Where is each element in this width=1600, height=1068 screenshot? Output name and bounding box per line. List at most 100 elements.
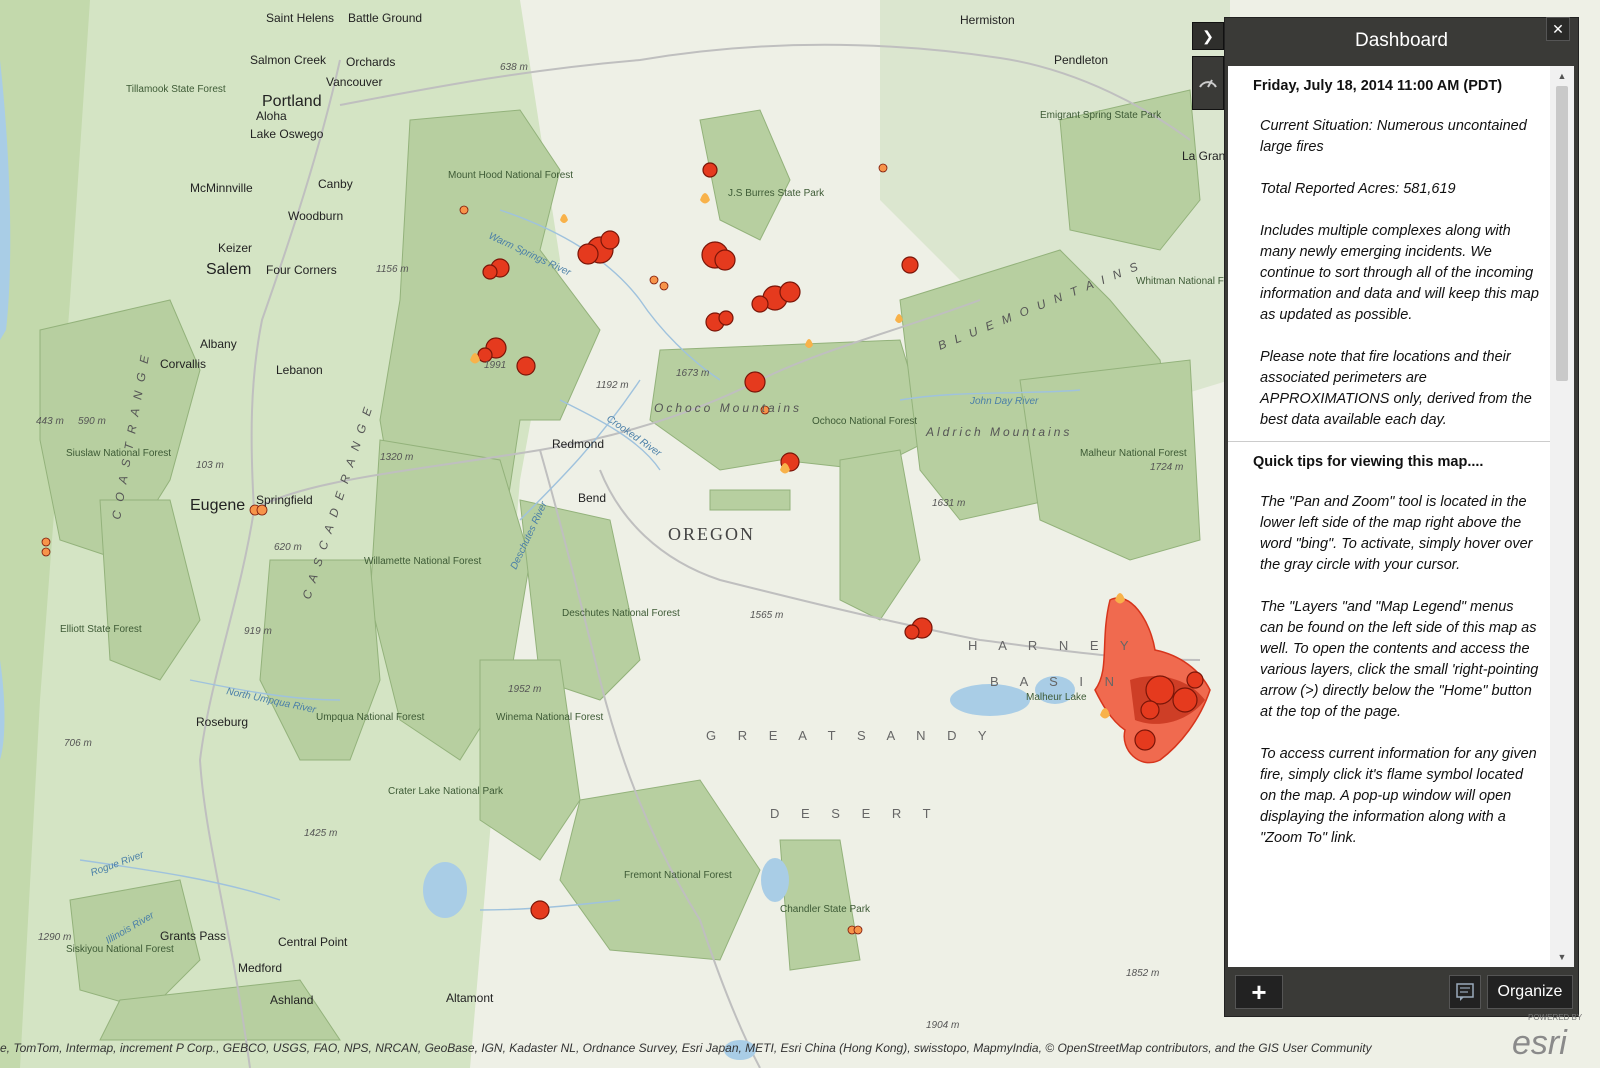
- forest-label: Chandler State Park: [780, 904, 871, 915]
- city-label: Altamont: [446, 991, 494, 1005]
- city-label: Orchards: [346, 55, 395, 69]
- city-label: Pendleton: [1054, 53, 1108, 67]
- tip-paragraph: The "Pan and Zoom" tool is located in th…: [1260, 494, 1533, 573]
- dashboard-title: Dashboard: [1355, 30, 1448, 51]
- esri-logo[interactable]: POWERED BY esri: [1490, 1012, 1590, 1062]
- city-label: Saint Helens: [266, 11, 334, 25]
- acres-paragraph: Total Reported Acres: 581,619: [1260, 181, 1456, 197]
- tip-paragraph: To access current information for any gi…: [1260, 746, 1537, 846]
- elevation-label: 1565 m: [750, 610, 783, 621]
- elevation-label: 706 m: [64, 738, 92, 749]
- tip-paragraph: The "Layers "and "Map Legend" menus can …: [1260, 599, 1539, 720]
- esri-powered-text: POWERED BY: [1528, 1013, 1583, 1022]
- elevation-label: 1156 m: [376, 264, 409, 275]
- elevation-label: 1724 m: [1150, 462, 1183, 473]
- gauge-icon: [1199, 79, 1217, 88]
- elevation-label: 1904 m: [926, 1020, 959, 1031]
- forest-label: Siuslaw National Forest: [66, 448, 171, 459]
- city-label: Portland: [262, 93, 322, 110]
- panel-scrollbar[interactable]: ▲ ▼: [1550, 66, 1574, 967]
- add-widget-button[interactable]: +: [1235, 975, 1283, 1009]
- city-label: Lake Oswego: [250, 127, 324, 141]
- region-label: D E S E R T: [770, 806, 940, 821]
- city-label: Roseburg: [196, 715, 248, 729]
- elevation-label: 638 m: [500, 62, 528, 73]
- city-label: Springfield: [256, 493, 313, 507]
- city-label: Grants Pass: [160, 929, 226, 943]
- elevation-label: 103 m: [196, 460, 224, 471]
- forest-label: Deschutes National Forest: [562, 608, 680, 619]
- city-label: Corvallis: [160, 357, 206, 371]
- elevation-label: 443 m: [36, 416, 64, 427]
- elevation-label: 1290 m: [38, 932, 71, 943]
- city-label: Eugene: [190, 497, 245, 514]
- state-label: OREGON: [668, 524, 755, 544]
- elevation-label: 1425 m: [304, 828, 337, 839]
- city-label: Keizer: [218, 241, 252, 255]
- expand-panel-button[interactable]: ❯: [1192, 22, 1224, 50]
- elevation-label: 1631 m: [932, 498, 965, 509]
- city-label: Bend: [578, 491, 606, 505]
- map-attribution: e, TomTom, Intermap, increment P Corp., …: [0, 1041, 1372, 1055]
- river-label: John Day River: [969, 396, 1039, 407]
- elevation-label: 919 m: [244, 626, 272, 637]
- city-label: Redmond: [552, 437, 604, 451]
- city-label: Woodburn: [288, 209, 343, 223]
- forest-label: Willamette National Forest: [364, 556, 481, 567]
- elevation-label: 1192 m: [596, 380, 629, 391]
- city-label: Central Point: [278, 935, 348, 949]
- close-button[interactable]: ✕: [1546, 17, 1570, 41]
- tips-heading: Quick tips for viewing this map....: [1253, 454, 1484, 470]
- forest-label: Winema National Forest: [496, 712, 603, 723]
- forest-label: Fremont National Forest: [624, 870, 732, 881]
- forest-label: Elliott State Forest: [60, 624, 142, 635]
- lake-label: Malheur Lake: [1026, 692, 1087, 703]
- report-datetime: Friday, July 18, 2014 11:00 AM (PDT): [1253, 78, 1503, 94]
- situation-section: Friday, July 18, 2014 11:00 AM (PDT) Cur…: [1228, 66, 1550, 441]
- region-label: B A S I N: [990, 674, 1123, 689]
- city-label: Lebanon: [276, 363, 323, 377]
- mountain-label: Ochoco Mountains: [654, 401, 802, 415]
- city-label: Four Corners: [266, 263, 337, 277]
- dashboard-panel: Dashboard ✕ Friday, July 18, 2014 11:00 …: [1224, 17, 1579, 1017]
- region-label: H A R N E Y: [968, 638, 1138, 653]
- forest-label: Mount Hood National Forest: [448, 170, 573, 181]
- city-label: Aloha: [256, 109, 287, 123]
- forest-label: Siskiyou National Forest: [66, 944, 174, 955]
- forest-label: Umpqua National Forest: [316, 712, 425, 723]
- complexes-paragraph: Includes multiple complexes along with m…: [1260, 223, 1539, 323]
- elevation-label: 1852 m: [1126, 968, 1159, 979]
- elevation-label: 1952 m: [508, 684, 541, 695]
- elevation-label: 1320 m: [380, 452, 413, 463]
- city-label: McMinnville: [190, 181, 253, 195]
- tips-section: Quick tips for viewing this map.... The …: [1228, 442, 1550, 880]
- scroll-down-icon[interactable]: ▼: [1550, 947, 1574, 967]
- elevation-label: 1673 m: [676, 368, 709, 379]
- city-label: Salmon Creek: [250, 53, 327, 67]
- chevron-right-icon: ❯: [1202, 28, 1214, 44]
- forest-label: Crater Lake National Park: [388, 786, 504, 797]
- dashboard-gauge-button[interactable]: [1192, 56, 1224, 110]
- city-label: Vancouver: [326, 75, 382, 89]
- organize-button[interactable]: Organize: [1487, 975, 1573, 1009]
- dashboard-content[interactable]: Friday, July 18, 2014 11:00 AM (PDT) Cur…: [1228, 66, 1550, 967]
- city-label: Ashland: [270, 993, 313, 1007]
- forest-label: Ochoco National Forest: [812, 416, 917, 427]
- elevation-label: 590 m: [78, 416, 106, 427]
- notes-icon: [1456, 983, 1474, 1001]
- mountain-label: Aldrich Mountains: [925, 425, 1072, 439]
- approximation-paragraph: Please note that fire locations and thei…: [1260, 349, 1532, 428]
- forest-label: Tillamook State Forest: [126, 84, 226, 95]
- forest-label: J.S Burres State Park: [728, 188, 825, 199]
- scroll-up-icon[interactable]: ▲: [1550, 66, 1574, 86]
- elevation-label: 620 m: [274, 542, 302, 553]
- city-label: Battle Ground: [348, 11, 422, 25]
- forest-label: Malheur National Forest: [1080, 448, 1187, 459]
- scroll-thumb[interactable]: [1556, 86, 1568, 381]
- close-icon: ✕: [1552, 21, 1564, 37]
- city-label: Salem: [206, 261, 251, 278]
- region-label: G R E A T S A N D Y: [706, 728, 996, 743]
- forest-label: Emigrant Spring State Park: [1040, 110, 1162, 121]
- esri-wordmark: esri: [1512, 1024, 1568, 1062]
- notes-button[interactable]: [1449, 975, 1481, 1009]
